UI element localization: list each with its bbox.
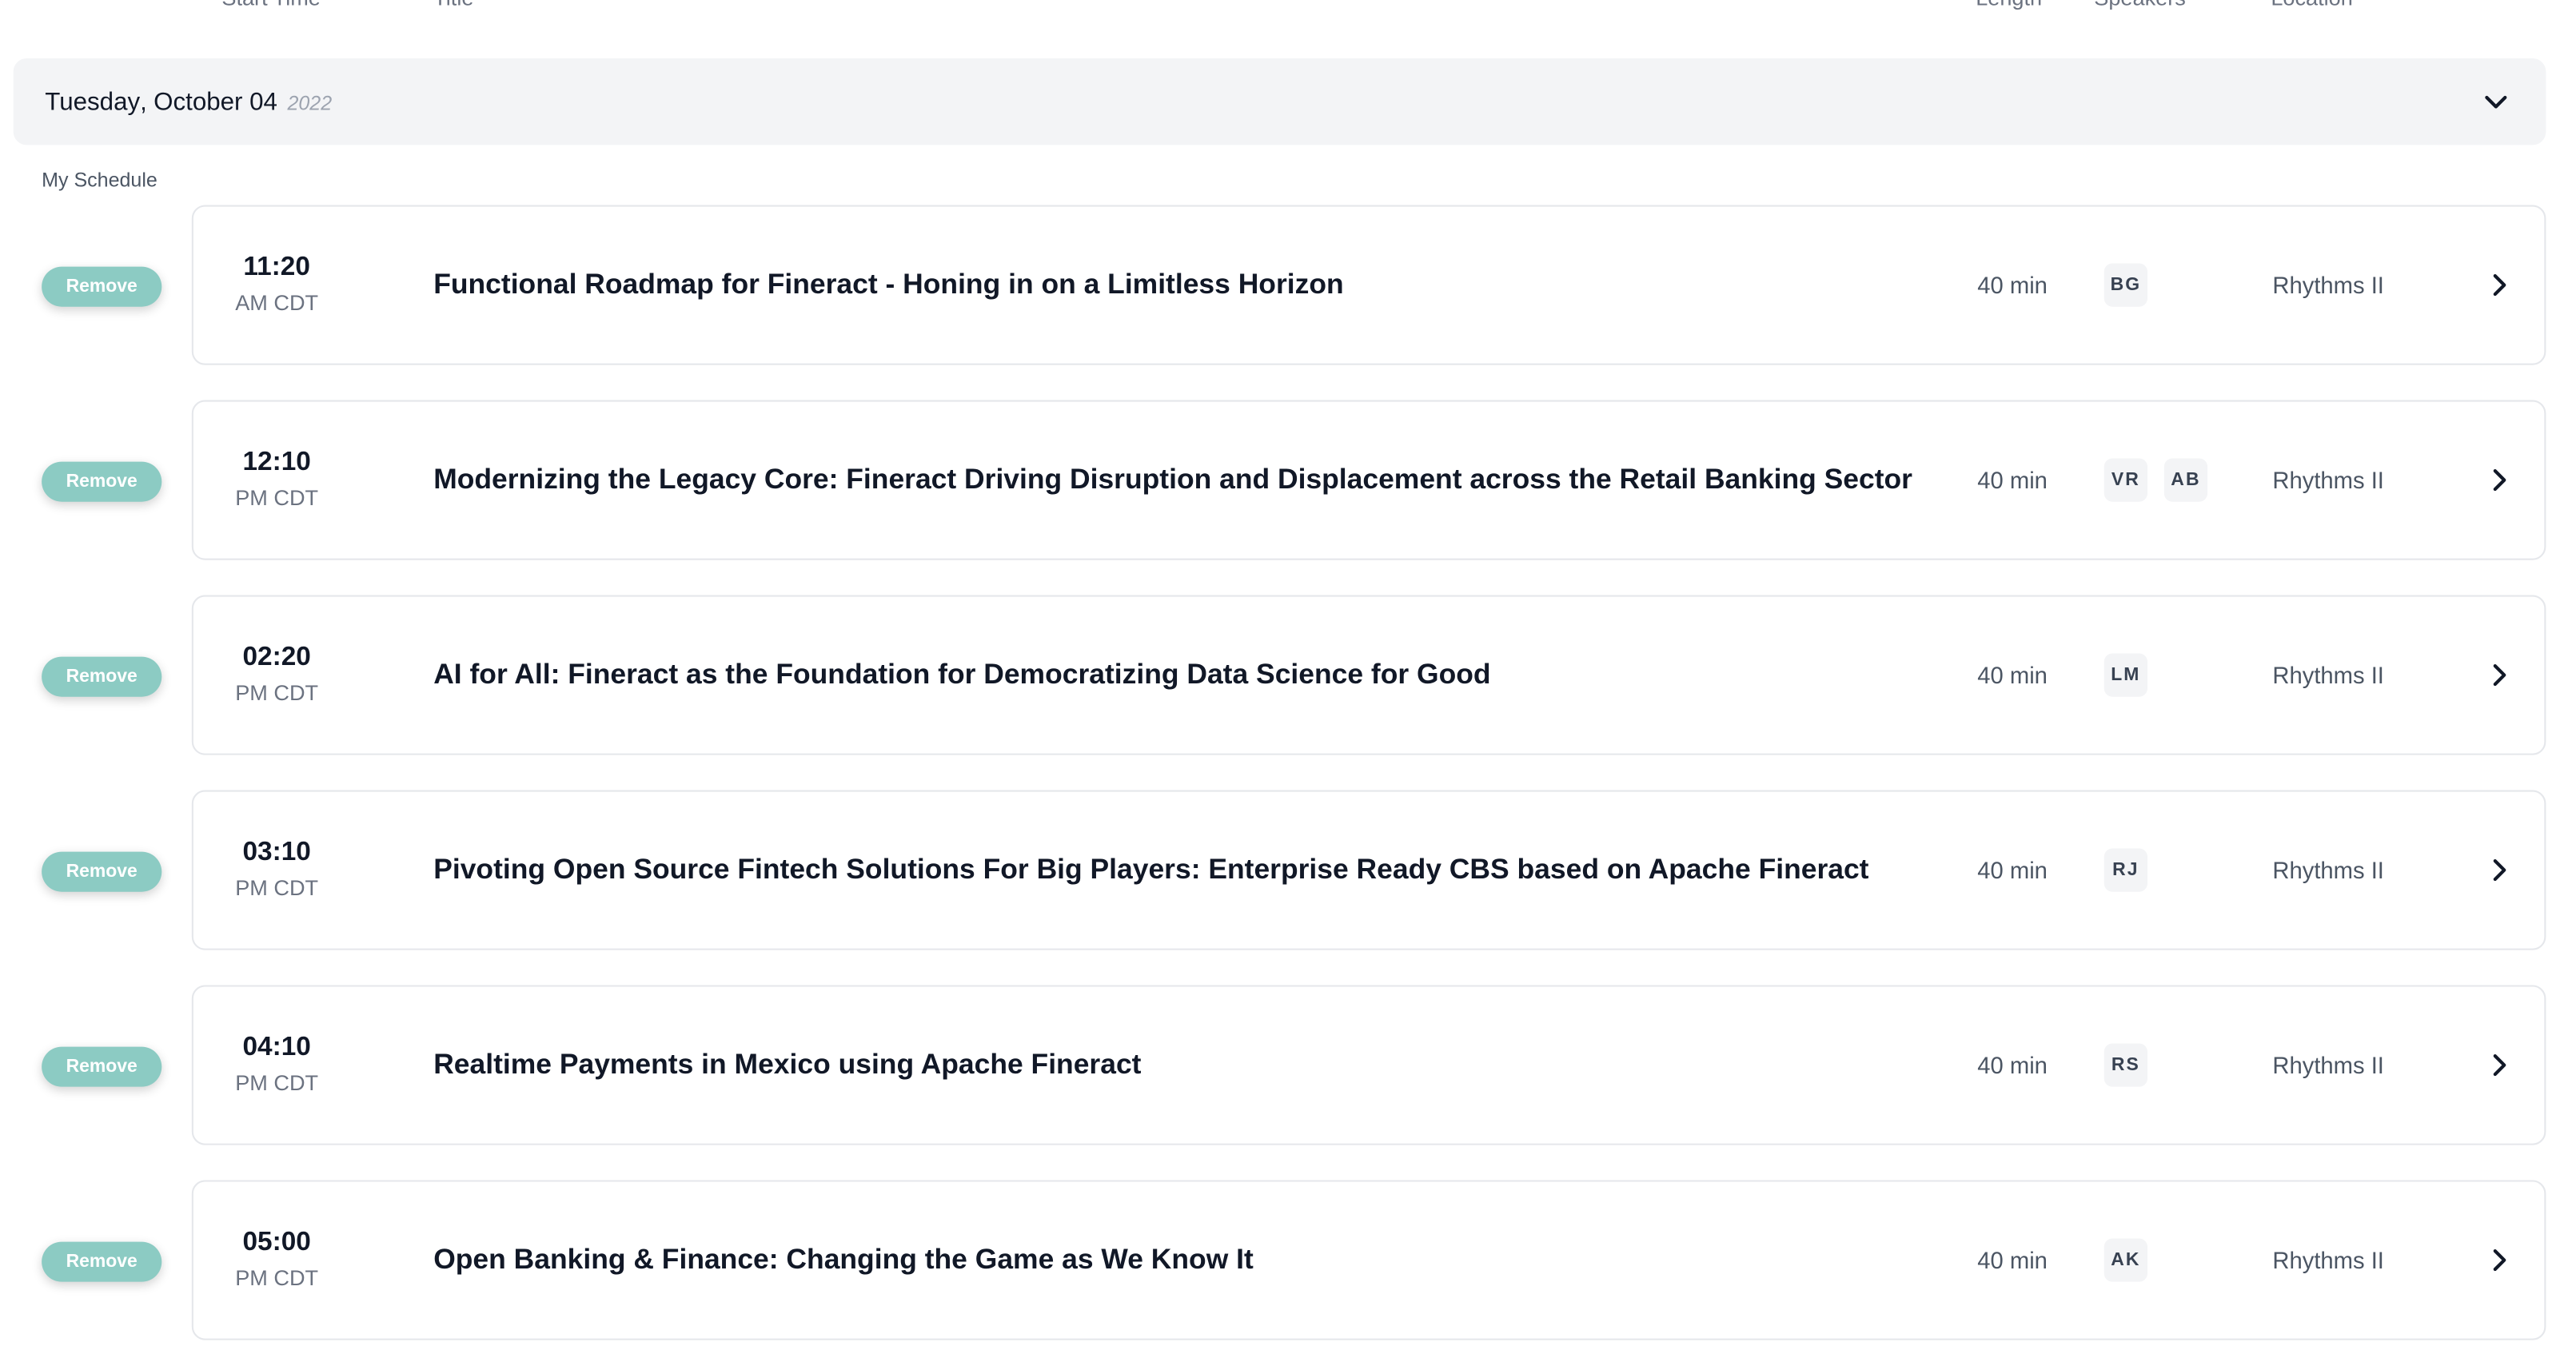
speaker-avatar[interactable]: RS bbox=[2103, 1043, 2147, 1087]
session-row: Remove 03:10 PM CDT Pivoting Open Source Fi… bbox=[0, 790, 2551, 953]
speaker-avatar[interactable]: RJ bbox=[2103, 848, 2147, 892]
session-location: Rhythms II bbox=[2272, 1246, 2384, 1274]
session-location: Rhythms II bbox=[2272, 271, 2384, 299]
column-header-row: Start Time Title Length Speakers Locatio… bbox=[0, 0, 2576, 14]
session-time: 02:20 bbox=[242, 643, 311, 672]
session-location: Rhythms II bbox=[2272, 1051, 2384, 1079]
session-card[interactable]: 03:10 PM CDT Pivoting Open Source Fintech … bbox=[191, 790, 2546, 950]
remove-button[interactable]: Remove bbox=[42, 1241, 162, 1282]
date-day: Tuesday bbox=[45, 87, 141, 116]
session-time: 05:00 bbox=[242, 1228, 311, 1257]
speaker-avatar[interactable]: LM bbox=[2103, 653, 2147, 697]
session-speakers: AK bbox=[2103, 1238, 2147, 1282]
session-title[interactable]: Modernizing the Legacy Core: Fineract Dr… bbox=[433, 462, 1912, 499]
chevron-right-icon[interactable] bbox=[2487, 857, 2510, 883]
column-header-speakers: Speakers bbox=[2094, 0, 2186, 14]
speaker-avatar[interactable]: AB bbox=[2163, 458, 2208, 502]
column-header-location: Location bbox=[2271, 0, 2353, 14]
session-time: 11:20 bbox=[243, 253, 310, 282]
session-location: Rhythms II bbox=[2272, 856, 2384, 884]
session-title[interactable]: Functional Roadmap for Fineract - Honing… bbox=[433, 267, 1343, 304]
session-title[interactable]: Realtime Payments in Mexico using Apache… bbox=[433, 1047, 1141, 1084]
session-row: Remove 05:00 PM CDT Open Banking & Finance:… bbox=[0, 1180, 2551, 1343]
speaker-avatar[interactable]: VR bbox=[2103, 458, 2147, 502]
session-length: 40 min bbox=[1977, 466, 2048, 494]
session-speakers: LM bbox=[2103, 653, 2147, 697]
chevron-right-icon[interactable] bbox=[2487, 1052, 2510, 1078]
session-card[interactable]: 12:10 PM CDT Modernizing the Legacy Core: … bbox=[191, 400, 2546, 560]
session-start-time: 12:10 PM CDT bbox=[193, 447, 361, 513]
session-location: Rhythms II bbox=[2272, 466, 2384, 494]
remove-button[interactable]: Remove bbox=[42, 656, 162, 697]
session-title[interactable]: Pivoting Open Source Fintech Solutions F… bbox=[433, 852, 1868, 889]
chevron-right-icon[interactable] bbox=[2487, 272, 2510, 298]
session-row: Remove 11:20 AM CDT Functional Roadmap for … bbox=[0, 205, 2551, 368]
my-schedule-label: My Schedule bbox=[42, 168, 158, 192]
chevron-down-icon[interactable] bbox=[2482, 89, 2509, 115]
remove-button[interactable]: Remove bbox=[42, 1046, 162, 1087]
session-timezone: PM CDT bbox=[235, 484, 319, 511]
session-speakers: RS bbox=[2103, 1043, 2147, 1087]
session-timezone: PM CDT bbox=[235, 679, 319, 706]
schedule-page: Start Time Title Length Speakers Locatio… bbox=[0, 0, 2576, 1350]
date-label: Tuesday, October 04 2022 bbox=[45, 87, 332, 115]
date-month-day: October 04 bbox=[154, 87, 277, 116]
session-title[interactable]: Open Banking & Finance: Changing the Gam… bbox=[433, 1242, 1254, 1279]
session-length: 40 min bbox=[1977, 661, 2048, 689]
session-card[interactable]: 04:10 PM CDT Realtime Payments in Mexico u… bbox=[191, 985, 2546, 1145]
column-header-length: Length bbox=[1976, 0, 2042, 14]
chevron-right-icon[interactable] bbox=[2487, 1247, 2510, 1273]
date-separator: , bbox=[140, 87, 147, 116]
session-location: Rhythms II bbox=[2272, 661, 2384, 689]
session-speakers: BG bbox=[2103, 263, 2147, 307]
remove-button[interactable]: Remove bbox=[42, 461, 162, 502]
session-length: 40 min bbox=[1977, 271, 2048, 299]
remove-button[interactable]: Remove bbox=[42, 266, 162, 307]
session-row: Remove 04:10 PM CDT Realtime Payments in Me… bbox=[0, 985, 2551, 1148]
session-time: 04:10 bbox=[242, 1033, 311, 1062]
column-header-start-time: Start Time bbox=[221, 0, 321, 14]
date-year: 2022 bbox=[287, 90, 333, 114]
session-start-time: 04:10 PM CDT bbox=[193, 1032, 361, 1098]
session-time: 03:10 bbox=[242, 838, 311, 867]
session-length: 40 min bbox=[1977, 856, 2048, 884]
session-row: Remove 02:20 PM CDT AI for All: Fineract as… bbox=[0, 595, 2551, 758]
session-card[interactable]: 11:20 AM CDT Functional Roadmap for Finera… bbox=[191, 205, 2546, 365]
session-card[interactable]: 05:00 PM CDT Open Banking & Finance: Chang… bbox=[191, 1180, 2546, 1340]
session-start-time: 05:00 PM CDT bbox=[193, 1227, 361, 1293]
session-title[interactable]: AI for All: Fineract as the Foundation f… bbox=[433, 657, 1490, 694]
session-length: 40 min bbox=[1977, 1246, 2048, 1274]
session-length: 40 min bbox=[1977, 1051, 2048, 1079]
session-row: Remove 12:10 PM CDT Modernizing the Legacy … bbox=[0, 400, 2551, 563]
speaker-avatar[interactable]: AK bbox=[2103, 1238, 2147, 1282]
speaker-avatar[interactable]: BG bbox=[2103, 263, 2147, 307]
session-start-time: 03:10 PM CDT bbox=[193, 837, 361, 903]
session-timezone: PM CDT bbox=[235, 1069, 319, 1096]
date-group-header[interactable]: Tuesday, October 04 2022 bbox=[13, 58, 2546, 145]
chevron-right-icon[interactable] bbox=[2487, 662, 2510, 688]
remove-button[interactable]: Remove bbox=[42, 851, 162, 892]
column-header-title: Title bbox=[433, 0, 473, 14]
session-card[interactable]: 02:20 PM CDT AI for All: Fineract as the F… bbox=[191, 595, 2546, 755]
session-time: 12:10 bbox=[242, 448, 311, 477]
session-timezone: AM CDT bbox=[235, 289, 319, 316]
session-timezone: PM CDT bbox=[235, 874, 319, 901]
session-start-time: 02:20 PM CDT bbox=[193, 642, 361, 708]
session-start-time: 11:20 AM CDT bbox=[193, 252, 361, 318]
chevron-right-icon[interactable] bbox=[2487, 467, 2510, 493]
session-speakers: VR AB bbox=[2103, 458, 2208, 502]
session-speakers: RJ bbox=[2103, 848, 2147, 892]
session-timezone: PM CDT bbox=[235, 1264, 319, 1291]
